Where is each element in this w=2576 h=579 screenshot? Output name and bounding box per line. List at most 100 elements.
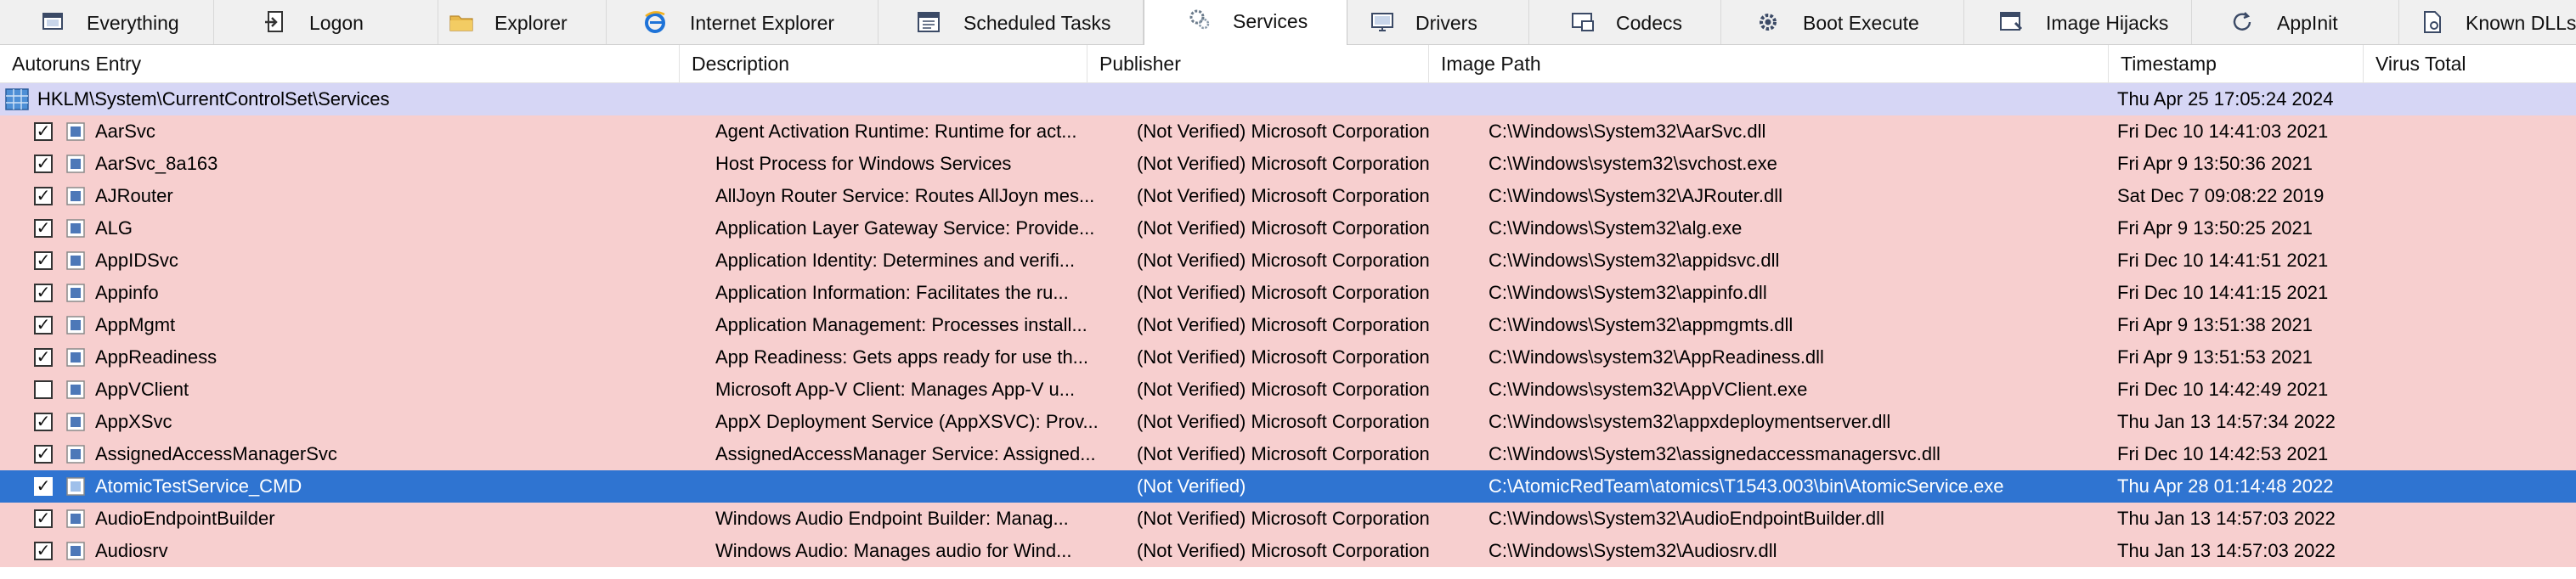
table-row[interactable]: ✓ AtomicTestService_CMD (Not Verified) C:\A… xyxy=(0,470,2576,503)
tab-label: Scheduled Tasks xyxy=(963,12,1111,34)
tab-internet-explorer[interactable]: Internet Explorer xyxy=(607,0,878,44)
entry-description: Host Process for Windows Services xyxy=(715,153,1012,174)
entry-image-path: C:\Windows\System32\AudioEndpointBuilder… xyxy=(1489,508,1884,529)
entry-checkbox[interactable]: ✓ xyxy=(34,284,53,302)
tab-drivers[interactable]: Drivers xyxy=(1347,0,1529,44)
entry-publisher: (Not Verified) Microsoft Corporation xyxy=(1137,314,1430,335)
entry-image-path: C:\AtomicRedTeam\atomics\T1543.003\bin\A… xyxy=(1489,475,2004,497)
entry-timestamp: Thu Jan 13 14:57:03 2022 xyxy=(2117,508,2336,529)
service-icon xyxy=(66,251,85,270)
table-row[interactable]: ✓ AppXSvc AppX Deployment Service (AppXSVC… xyxy=(0,406,2576,438)
table-row[interactable]: AppVClient Microsoft App-V Client: Manage… xyxy=(0,374,2576,406)
service-icon xyxy=(66,509,85,528)
entry-timestamp: Thu Jan 13 14:57:34 2022 xyxy=(2117,411,2336,432)
entry-checkbox[interactable]: ✓ xyxy=(34,316,53,334)
tab-label: Known DLLs xyxy=(2466,12,2576,34)
calendar-icon xyxy=(918,12,940,32)
entry-description: Application Information: Facilitates the… xyxy=(715,282,1069,303)
entry-name: Audiosrv xyxy=(95,540,168,561)
table-row[interactable]: ✓ Appinfo Application Information: Facilit… xyxy=(0,277,2576,309)
tab-services[interactable]: Services xyxy=(1144,0,1347,45)
table-row[interactable]: ✓ AarSvc_8a163 Host Process for Windows Se… xyxy=(0,148,2576,180)
table-row[interactable]: ✓ ALG Application Layer Gateway Service: P… xyxy=(0,212,2576,245)
entry-name: AudioEndpointBuilder xyxy=(95,508,275,529)
entry-timestamp: Fri Dec 10 14:41:03 2021 xyxy=(2117,121,2329,142)
entry-checkbox[interactable]: ✓ xyxy=(34,187,53,205)
table-row[interactable]: ✓ AppReadiness App Readiness: Gets apps re… xyxy=(0,341,2576,374)
table-row[interactable]: ✓ AppIDSvc Application Identity: Determine… xyxy=(0,245,2576,277)
entry-checkbox[interactable]: ✓ xyxy=(34,477,53,496)
entry-image-path: C:\Windows\system32\AppVClient.exe xyxy=(1489,379,1808,400)
entry-image-path: C:\Windows\System32\AJRouter.dll xyxy=(1489,185,1783,206)
refresh-icon xyxy=(2233,12,2251,31)
tab-everything[interactable]: Everything xyxy=(0,0,214,44)
table-row[interactable]: ✓ Audiosrv Windows Audio: Manages audio fo… xyxy=(0,535,2576,567)
entry-publisher: (Not Verified) Microsoft Corporation xyxy=(1137,508,1430,529)
entry-publisher: (Not Verified) Microsoft Corporation xyxy=(1137,411,1430,432)
entry-checkbox[interactable]: ✓ xyxy=(34,219,53,238)
entry-description: App Readiness: Gets apps ready for use t… xyxy=(715,346,1089,368)
entry-name: AppReadiness xyxy=(95,346,217,368)
entry-image-path: C:\Windows\System32\Audiosrv.dll xyxy=(1489,540,1777,561)
entry-publisher: (Not Verified) Microsoft Corporation xyxy=(1137,443,1430,464)
entry-image-path: C:\Windows\system32\svchost.exe xyxy=(1489,153,1777,174)
tab-label: Drivers xyxy=(1415,12,1477,34)
entry-description: AssignedAccessManager Service: Assigned.… xyxy=(715,443,1096,464)
column-header-description[interactable]: Description xyxy=(680,45,1087,82)
registry-key-row[interactable]: HKLM\System\CurrentControlSet\Services T… xyxy=(0,83,2576,115)
tab-appinit[interactable]: AppInit xyxy=(2192,0,2399,44)
entry-checkbox[interactable]: ✓ xyxy=(34,542,53,560)
service-icon xyxy=(66,380,85,399)
column-header-timestamp[interactable]: Timestamp xyxy=(2109,45,2364,82)
image-hijack-icon xyxy=(2000,12,2023,31)
entry-publisher: (Not Verified) Microsoft Corporation xyxy=(1137,346,1430,368)
entry-checkbox[interactable]: ✓ xyxy=(34,122,53,141)
entry-checkbox[interactable]: ✓ xyxy=(34,445,53,464)
tab-label: Internet Explorer xyxy=(690,12,835,34)
column-header-image-path[interactable]: Image Path xyxy=(1429,45,2109,82)
entry-checkbox[interactable] xyxy=(34,380,53,399)
internet-explorer-icon xyxy=(645,11,665,33)
tab-boot-execute[interactable]: Boot Execute xyxy=(1721,0,1964,44)
entry-image-path: C:\Windows\system32\appxdeploymentserver… xyxy=(1489,411,1891,432)
entry-timestamp: Thu Jan 13 14:57:03 2022 xyxy=(2117,540,2336,561)
column-header-virus-total[interactable]: Virus Total xyxy=(2364,45,2576,82)
column-header-publisher[interactable]: Publisher xyxy=(1087,45,1429,82)
tab-logon[interactable]: Logon xyxy=(214,0,438,44)
table-row[interactable]: ✓ AarSvc Agent Activation Runtime: Runtime… xyxy=(0,115,2576,148)
tab-known-dlls[interactable]: Known DLLs xyxy=(2399,0,2576,44)
entry-checkbox[interactable]: ✓ xyxy=(34,413,53,431)
tab-label: Image Hijacks xyxy=(2046,12,2169,34)
table-row[interactable]: ✓ AppMgmt Application Management: Processe… xyxy=(0,309,2576,341)
tab-explorer[interactable]: Explorer xyxy=(438,0,607,44)
entry-name: AarSvc xyxy=(95,121,155,142)
tab-codecs[interactable]: Codecs xyxy=(1529,0,1721,44)
entry-image-path: C:\Windows\System32\appinfo.dll xyxy=(1489,282,1767,303)
entry-image-path: C:\Windows\system32\AppReadiness.dll xyxy=(1489,346,1824,368)
entry-publisher: (Not Verified) Microsoft Corporation xyxy=(1137,282,1430,303)
services-icon xyxy=(1189,9,1210,30)
entry-description: Application Layer Gateway Service: Provi… xyxy=(715,217,1095,239)
entry-checkbox[interactable]: ✓ xyxy=(34,155,53,173)
table-row[interactable]: ✓ AssignedAccessManagerSvc AssignedAccessM… xyxy=(0,438,2576,470)
entry-description: Application Management: Processes instal… xyxy=(715,314,1087,335)
tab-label: Boot Execute xyxy=(1803,12,1919,34)
entry-description: Application Identity: Determines and ver… xyxy=(715,250,1076,271)
entry-name: AtomicTestService_CMD xyxy=(95,475,302,497)
entry-checkbox[interactable]: ✓ xyxy=(34,251,53,270)
entry-timestamp: Sat Dec 7 09:08:22 2019 xyxy=(2117,185,2325,206)
entry-publisher: (Not Verified) Microsoft Corporation xyxy=(1137,379,1430,400)
column-header-autoruns-entry[interactable]: Autoruns Entry xyxy=(0,45,680,82)
gear-icon xyxy=(1760,14,1777,31)
entry-description: Microsoft App-V Client: Manages App-V u.… xyxy=(715,379,1076,400)
tab-scheduled-tasks[interactable]: Scheduled Tasks xyxy=(878,0,1144,44)
entry-timestamp: Fri Apr 9 13:50:36 2021 xyxy=(2117,153,2313,174)
entry-image-path: C:\Windows\System32\AarSvc.dll xyxy=(1489,121,1766,142)
tab-image-hijacks[interactable]: Image Hijacks xyxy=(1964,0,2192,44)
table-row[interactable]: ✓ AJRouter AllJoyn Router Service: Routes … xyxy=(0,180,2576,212)
entry-checkbox[interactable]: ✓ xyxy=(34,348,53,367)
service-icon xyxy=(66,155,85,173)
entry-checkbox[interactable]: ✓ xyxy=(34,509,53,528)
service-icon xyxy=(66,219,85,238)
table-row[interactable]: ✓ AudioEndpointBuilder Windows Audio Endpo… xyxy=(0,503,2576,535)
